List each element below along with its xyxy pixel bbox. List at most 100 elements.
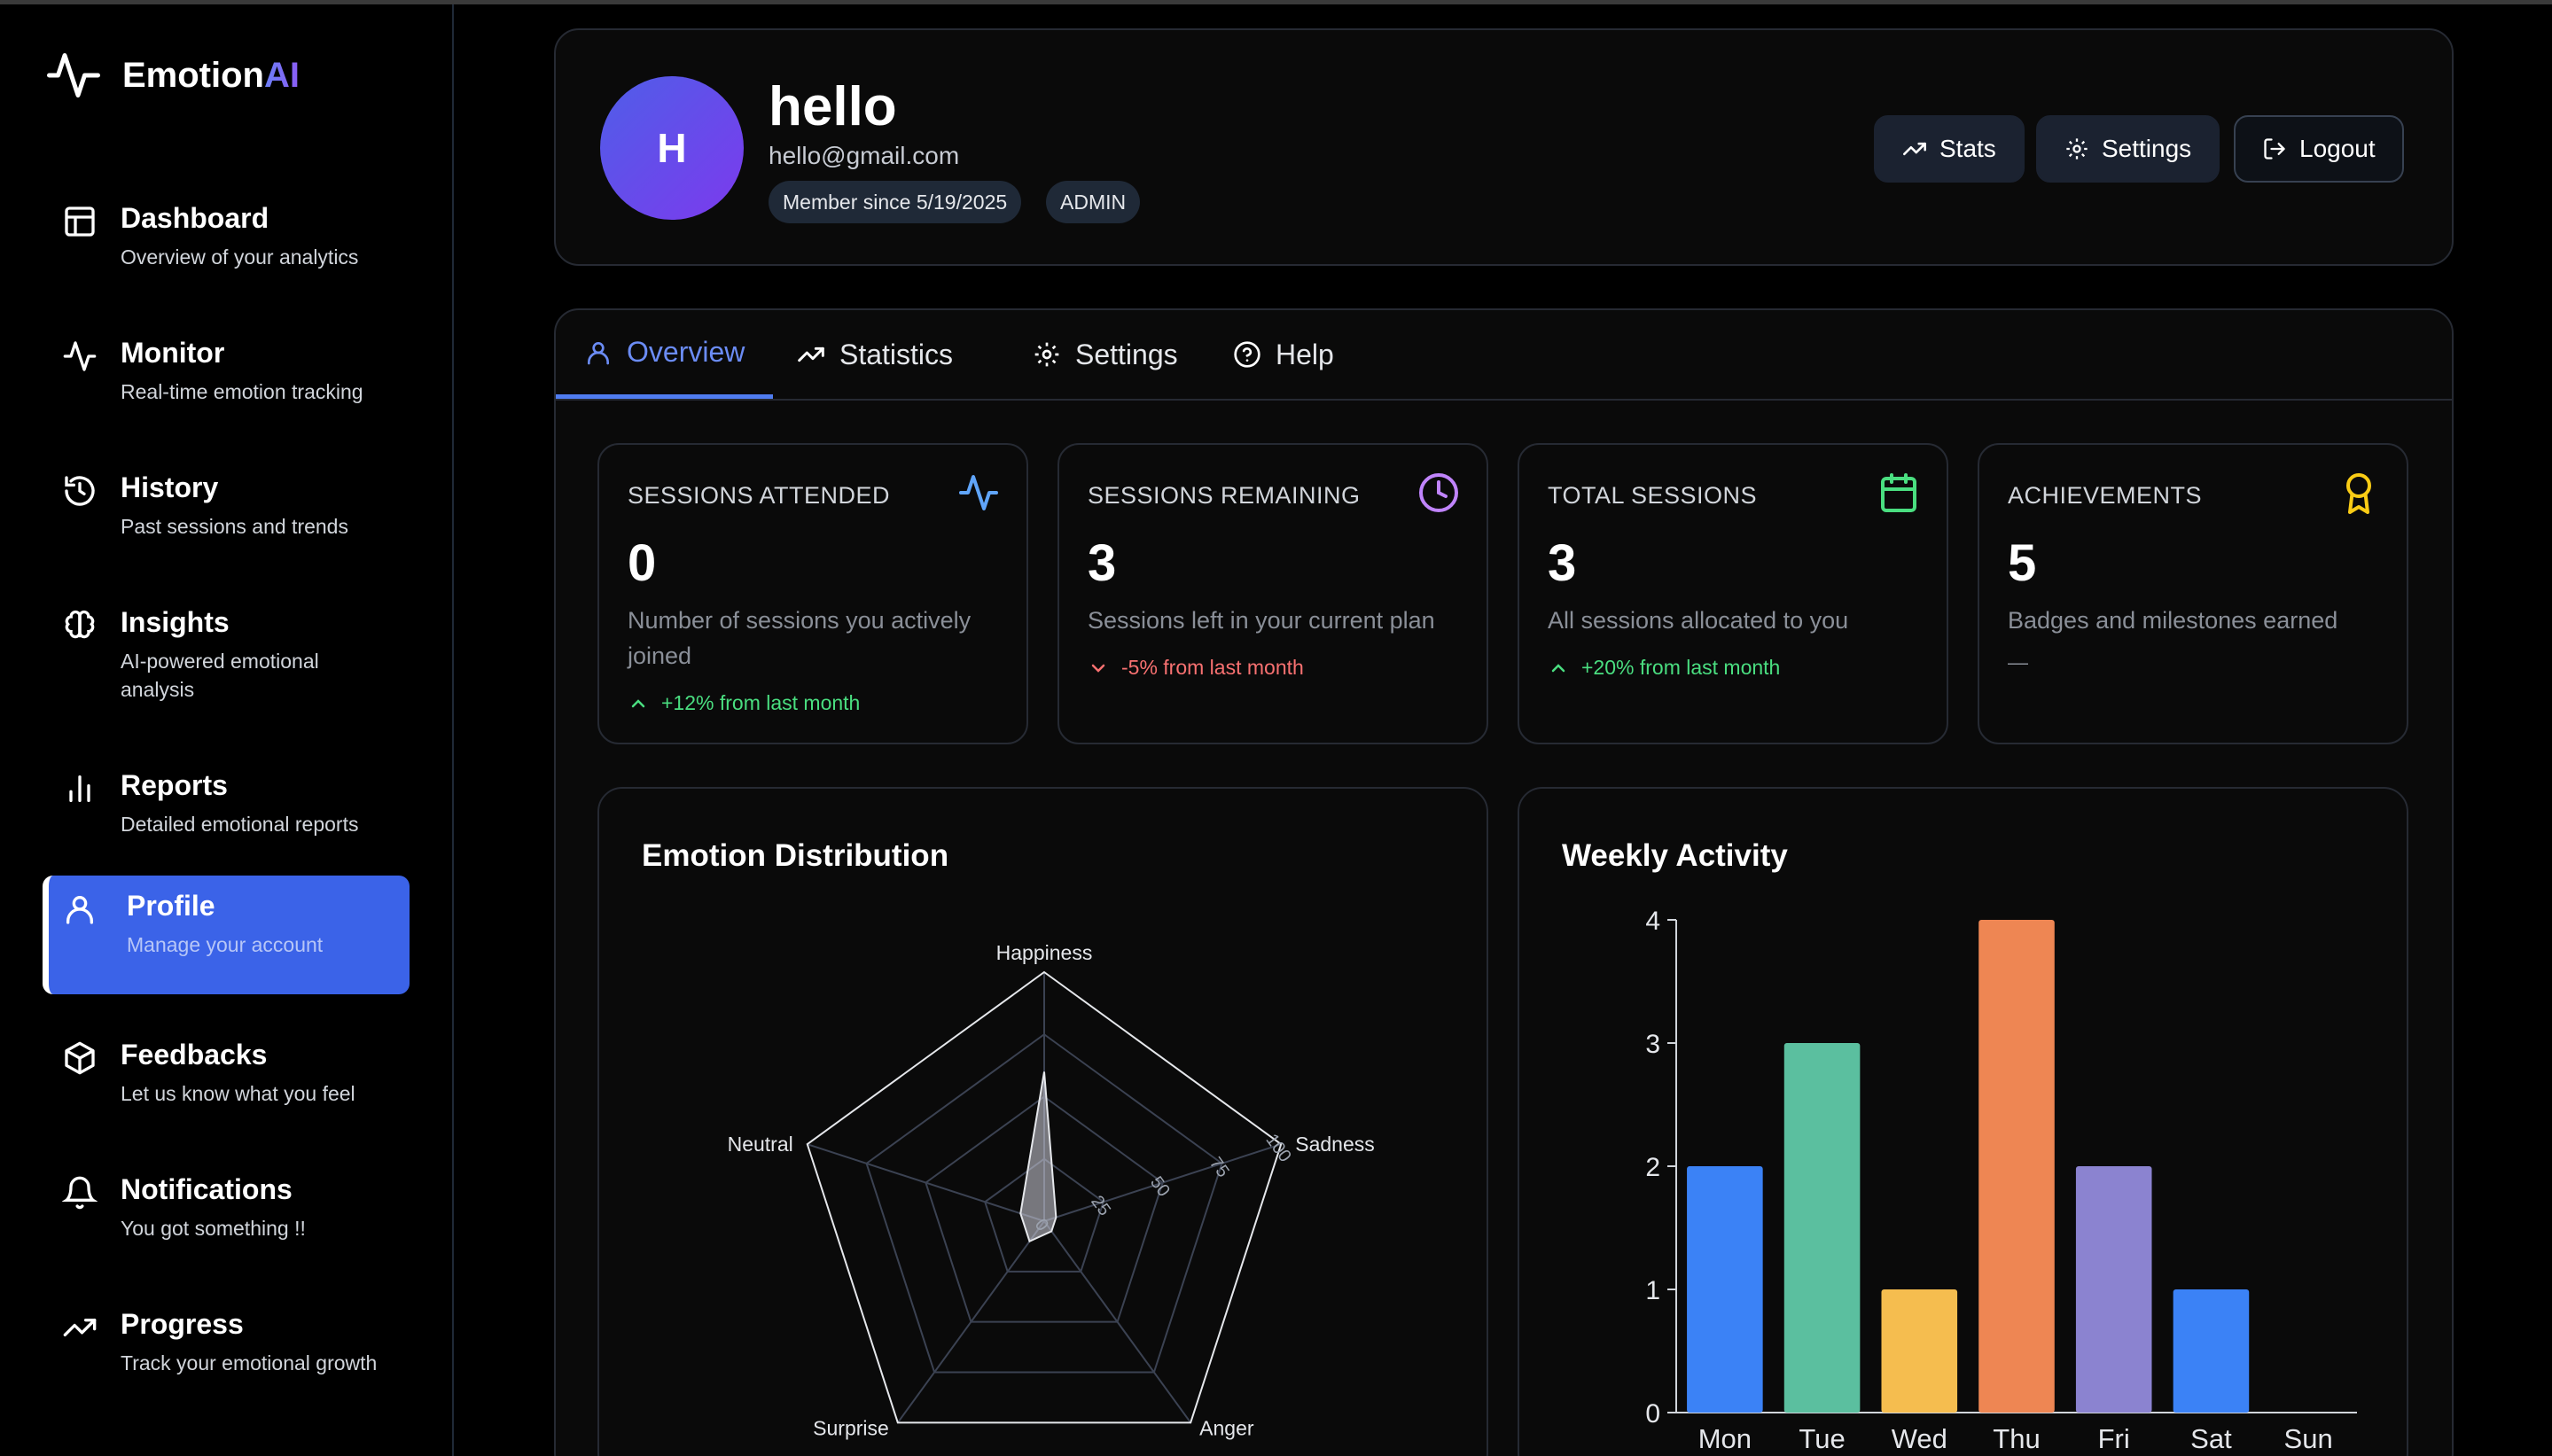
logout-button-label: Logout: [2299, 135, 2376, 162]
stat-title: SESSIONS ATTENDED: [628, 482, 891, 509]
stat-desc: All sessions allocated to you: [1548, 607, 1849, 634]
radar-axis-label: Neutral: [728, 1133, 793, 1156]
chevron-up-icon: [631, 698, 645, 707]
brain-icon: [65, 610, 95, 639]
radar-tick-label: 25: [1087, 1192, 1114, 1219]
sidebar-item-reports[interactable]: Reports Detailed emotional reports: [43, 755, 410, 861]
pulse-logo-icon: [47, 53, 100, 97]
stat-trend: —: [2008, 650, 2028, 674]
activity-icon: [63, 341, 97, 371]
weekly-activity-card: Weekly Activity 0 1 2 3 4 Mon Tue Wed Thu Fri Sat S…: [1518, 787, 2408, 1456]
sidebar-item-label: Dashboard: [121, 202, 269, 234]
gear-icon: [1034, 342, 1059, 367]
sidebar-item-desc: Past sessions and trends: [121, 515, 348, 538]
tab-bar: Overview Statistics Settings Help: [556, 310, 2452, 401]
logout-button[interactable]: Logout: [2234, 115, 2404, 183]
calendar-icon: [1881, 473, 1916, 512]
stat-trend-text: -5% from last month: [1121, 656, 1304, 679]
sidebar-item-notifications[interactable]: Notifications You got something !!: [43, 1159, 410, 1265]
chevron-down-icon: [1091, 664, 1105, 673]
emotion-distribution-card: Emotion Distribution 0 25 50 75 100 Happiness…: [597, 787, 1488, 1456]
brand[interactable]: EmotionAI: [43, 49, 300, 102]
stat-trend-text: —: [2008, 650, 2028, 673]
stat-title: TOTAL SESSIONS: [1548, 482, 1758, 509]
tab-label: Statistics: [839, 338, 954, 370]
clock-icon: [1419, 473, 1458, 512]
stat-value: 0: [628, 534, 657, 592]
tab-settings[interactable]: Settings: [1004, 310, 1206, 399]
settings-button[interactable]: Settings: [2036, 115, 2220, 183]
tab-label: Overview: [627, 336, 745, 368]
package-icon: [65, 1041, 95, 1075]
weekly-activity-chart: 0 1 2 3 4 Mon Tue Wed Thu Fri Sat Sun: [1645, 907, 2357, 1454]
help-circle-icon: [1234, 341, 1260, 368]
sidebar-item-insights[interactable]: Insights AI-powered emotional analysis: [43, 592, 410, 727]
radar-data-area: [1019, 1071, 1057, 1243]
avatar[interactable]: H: [600, 76, 744, 220]
profile-email: hello@gmail.com: [769, 142, 960, 169]
stat-trend: -5% from last month: [1088, 656, 1304, 680]
tab-label: Settings: [1075, 338, 1178, 370]
stat-card-sessions-remaining: SESSIONS REMAINING 3 Sessions left in yo…: [1057, 443, 1488, 744]
y-tick-label: 0: [1645, 1399, 1660, 1429]
tab-overview[interactable]: Overview: [556, 310, 774, 399]
sidebar-item-feedbacks[interactable]: Feedbacks Let us know what you feel: [43, 1024, 410, 1131]
y-tick-label: 1: [1645, 1276, 1660, 1305]
stats-button[interactable]: Stats: [1874, 115, 2025, 183]
radar-tick-label: 75: [1206, 1154, 1233, 1181]
x-tick-label: Mon: [1698, 1423, 1752, 1454]
brand-name: EmotionAI: [122, 55, 300, 95]
bar-tue: [1783, 1043, 1861, 1413]
stat-value: 5: [2008, 534, 2037, 592]
y-tick-label: 2: [1645, 1153, 1660, 1182]
sidebar-item-desc: You got something !!: [121, 1217, 306, 1240]
bar-thu: [1978, 920, 2055, 1413]
stat-desc: Badges and milestones earned: [2008, 607, 2338, 634]
trending-up-icon: [1903, 142, 1926, 156]
sidebar-item-label: Reports: [121, 769, 228, 801]
tab-statistics[interactable]: Statistics: [769, 310, 981, 399]
sidebar-item-label: Insights: [121, 606, 230, 638]
x-tick-label: Thu: [1993, 1423, 2040, 1454]
sidebar-item-profile[interactable]: Profile Manage your account: [43, 876, 410, 994]
stat-title: SESSIONS REMAINING: [1088, 482, 1361, 509]
bar-wed: [1881, 1289, 1958, 1413]
sidebar-item-monitor[interactable]: Monitor Real-time emotion tracking: [43, 323, 410, 429]
trending-up-icon: [798, 346, 824, 362]
stat-desc: Sessions left in your current plan: [1088, 607, 1435, 634]
stats-button-label: Stats: [1939, 135, 1996, 162]
bar-mon: [1687, 1166, 1763, 1413]
sidebar-item-progress[interactable]: Progress Track your emotional growth: [43, 1294, 410, 1429]
gear-icon: [2066, 138, 2088, 160]
tab-label: Help: [1276, 338, 1334, 370]
bar-chart-icon: [69, 775, 90, 802]
tab-help[interactable]: Help: [1205, 310, 1362, 399]
sidebar-item-desc: Detailed emotional reports: [121, 813, 359, 836]
sidebar-item-desc: Let us know what you feel: [121, 1082, 355, 1105]
radar-axis-label: Happiness: [996, 941, 1093, 964]
sidebar-item-dashboard[interactable]: Dashboard Overview of your analytics: [43, 188, 410, 294]
sidebar-item-label: Monitor: [121, 337, 225, 369]
emotion-radar-chart: 0255075100HappinessSadnessAngerSurpriseN…: [728, 941, 1375, 1439]
radar-spoke: [807, 1143, 1045, 1222]
stat-trend: +20% from last month: [1548, 656, 1780, 680]
logout-icon: [2264, 138, 2285, 160]
radar-tick-label: 100: [1261, 1131, 1294, 1166]
radar-axis-label: Surprise: [813, 1416, 889, 1439]
sidebar-item-desc: Manage your account: [127, 933, 324, 956]
stat-value: 3: [1088, 534, 1117, 592]
member-since-badge: Member since 5/19/2025: [769, 181, 1022, 223]
x-tick-label: Sun: [2284, 1423, 2333, 1454]
stat-desc: Number of sessions you actively joined: [628, 607, 972, 669]
sidebar-item-label: History: [121, 471, 219, 503]
sidebar: EmotionAI Dashboard Overview of your ana…: [0, 4, 454, 1456]
sidebar-item-label: Feedbacks: [121, 1039, 268, 1071]
x-tick-label: Wed: [1892, 1423, 1947, 1454]
stat-card-total-sessions: TOTAL SESSIONS 3 All sessions allocated …: [1518, 443, 1948, 744]
sidebar-item-history[interactable]: History Past sessions and trends: [43, 457, 410, 564]
x-tick-label: Sat: [2190, 1423, 2232, 1454]
chevron-up-icon: [1551, 663, 1565, 672]
settings-button-label: Settings: [2102, 135, 2192, 162]
stat-value: 3: [1548, 534, 1577, 592]
sidebar-item-desc: AI-powered emotional analysis: [121, 650, 319, 701]
